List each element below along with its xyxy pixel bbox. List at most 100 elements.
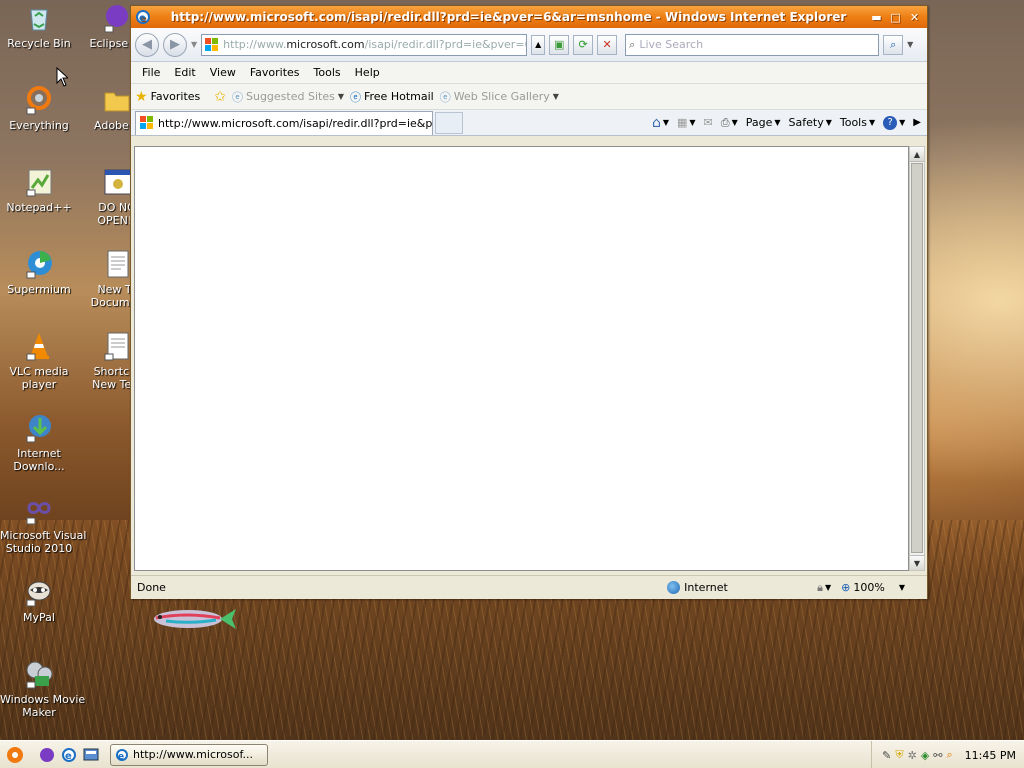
desktop-icon-vlc[interactable]: VLC media player bbox=[0, 330, 78, 391]
ie-page-icon: ⓔ bbox=[439, 90, 451, 104]
window-title: http://www.microsoft.com/isapi/redir.dll… bbox=[170, 10, 847, 24]
zone-label: Internet bbox=[684, 581, 728, 594]
window-titlebar[interactable]: e http://www.microsoft.com/isapi/redir.d… bbox=[131, 6, 927, 28]
search-options-dropdown-icon[interactable]: ▼ bbox=[907, 40, 913, 49]
close-button[interactable]: ✕ bbox=[906, 10, 923, 25]
chevron-down-icon: ▼ bbox=[825, 118, 832, 127]
maximize-button[interactable]: □ bbox=[887, 10, 904, 25]
web-slice-gallery-button[interactable]: ⓔ Web Slice Gallery ▼ bbox=[440, 89, 559, 105]
start-logo-icon bbox=[7, 746, 23, 763]
favorites-button[interactable]: ★ Favorites bbox=[135, 89, 200, 105]
clock[interactable]: 11:45 PM bbox=[965, 749, 1016, 762]
suggested-sites-button[interactable]: ⓔ Suggested Sites ▼ bbox=[232, 89, 344, 105]
eclipse-icon bbox=[101, 2, 133, 34]
forward-button[interactable]: ▶ bbox=[163, 32, 187, 57]
program-window-icon bbox=[101, 166, 133, 198]
chevron-down-icon: ▼ bbox=[774, 118, 781, 127]
safety-menu-label: Safety bbox=[788, 116, 824, 129]
tray-shield-icon[interactable]: ⛨ bbox=[895, 748, 903, 762]
quicklaunch-internet-explorer[interactable]: e bbox=[58, 744, 80, 766]
security-zone[interactable]: Internet bbox=[667, 581, 817, 594]
desktop-icon-notepadpp[interactable]: Notepad++ bbox=[0, 166, 78, 214]
ie-window[interactable]: e http://www.microsoft.com/isapi/redir.d… bbox=[130, 5, 928, 599]
quicklaunch-eclipse[interactable] bbox=[36, 744, 58, 766]
menu-file[interactable]: File bbox=[135, 66, 167, 79]
navigation-bar: ◀ ▶ ▼ http://www. microsoft.com/isapi/red… bbox=[131, 28, 927, 62]
chevron-down-icon: ▼ bbox=[689, 118, 696, 127]
print-button[interactable]: ⎙ ▼ bbox=[721, 116, 738, 130]
desktop-icon-recycle-bin[interactable]: Recycle Bin bbox=[0, 2, 78, 50]
favorites-label: Favorites bbox=[150, 90, 201, 103]
stop-icon[interactable]: ✕ bbox=[597, 34, 618, 55]
desktop-icon-mypal[interactable]: MyPal bbox=[0, 576, 78, 624]
history-dropdown-icon[interactable]: ▼ bbox=[191, 40, 197, 49]
start-button[interactable] bbox=[0, 742, 30, 768]
address-dropdown-button[interactable]: ▲ bbox=[531, 34, 546, 55]
globe-icon bbox=[667, 581, 681, 594]
svg-text:e: e bbox=[118, 752, 124, 762]
more-commands-icon[interactable]: ▶ bbox=[913, 117, 921, 128]
desktop-icon-supermium[interactable]: Supermium bbox=[0, 248, 78, 296]
tab-active[interactable]: http://www.microsoft.com/isapi/redir.dll… bbox=[135, 110, 433, 135]
minimize-button[interactable]: ▬ bbox=[868, 10, 885, 25]
compatibility-view-icon[interactable]: ▣ bbox=[549, 34, 570, 55]
zoom-dropdown-icon[interactable]: ▼ bbox=[899, 583, 905, 592]
printer-icon: ⎙ bbox=[720, 115, 730, 129]
taskbar-ie-button[interactable]: e http://www.microsof... bbox=[110, 743, 268, 766]
zoom-button[interactable]: ⊕ 100% bbox=[841, 581, 885, 594]
read-mail-button[interactable]: ✉ bbox=[704, 116, 713, 129]
mypal-raccoon-icon bbox=[23, 576, 55, 608]
mouse-cursor-icon bbox=[56, 67, 68, 87]
chevron-down-icon: ▼ bbox=[825, 583, 832, 592]
tray-gear-icon[interactable]: ✲ bbox=[908, 749, 917, 762]
vlc-cone-icon bbox=[23, 330, 55, 362]
zoom-level: 100% bbox=[853, 581, 885, 594]
refresh-icon[interactable]: ⟳ bbox=[573, 34, 594, 55]
menu-favorites[interactable]: Favorites bbox=[243, 66, 307, 79]
text-document-icon bbox=[101, 248, 133, 280]
everything-icon bbox=[23, 84, 55, 116]
desktop-fish-icon[interactable] bbox=[146, 604, 238, 634]
desktop-icon-label: VLC media player bbox=[9, 365, 69, 391]
tray-search-icon[interactable]: ⌕ bbox=[947, 748, 953, 762]
tools-menu-button[interactable]: Tools ▼ bbox=[840, 116, 875, 129]
free-hotmail-link[interactable]: ⓔ Free Hotmail bbox=[350, 89, 434, 105]
search-button[interactable]: ⌕ bbox=[883, 34, 904, 55]
address-bar[interactable]: http://www. microsoft.com/isapi/redir.dll… bbox=[201, 33, 528, 56]
desktop-icon-movie-maker[interactable]: Windows Movie Maker bbox=[0, 658, 85, 719]
tools-menu-label: Tools bbox=[839, 116, 867, 129]
protected-mode-button[interactable]: 🔒︎ ▼ bbox=[817, 581, 831, 595]
visual-studio-infinity-icon bbox=[23, 494, 55, 526]
quicklaunch-show-desktop[interactable] bbox=[80, 744, 102, 766]
scroll-thumb[interactable] bbox=[911, 163, 923, 553]
desktop-icon-visual-studio[interactable]: Microsoft Visual Studio 2010 bbox=[0, 494, 86, 555]
add-to-favorites-bar-icon[interactable]: ✩ bbox=[214, 89, 226, 105]
search-box[interactable]: ⌕ Live Search bbox=[625, 33, 880, 56]
chevron-down-icon: ▼ bbox=[552, 92, 559, 101]
home-button[interactable]: ⌂ ▼ bbox=[652, 115, 669, 131]
taskbar: e e http://www.microsof... ✎ ⛨ ✲ ◈ ⚯ ⌕ 1… bbox=[0, 740, 1024, 768]
tray-network-icon[interactable]: ◈ bbox=[921, 749, 929, 762]
menu-tools[interactable]: Tools bbox=[307, 66, 348, 79]
menu-view[interactable]: View bbox=[203, 66, 243, 79]
desktop-icon-everything[interactable]: Everything bbox=[0, 84, 78, 132]
desktop-icon-internet-download[interactable]: Internet Downlo... bbox=[0, 412, 78, 473]
menu-edit[interactable]: Edit bbox=[167, 66, 202, 79]
safety-menu-button[interactable]: Safety ▼ bbox=[789, 116, 832, 129]
chevron-down-icon: ▼ bbox=[662, 118, 669, 127]
help-menu-button[interactable]: ? ▼ bbox=[883, 115, 905, 130]
feeds-button[interactable]: ▦ ▼ bbox=[677, 116, 696, 129]
tray-cable-icon[interactable]: ⚯ bbox=[933, 749, 942, 762]
scroll-down-arrow[interactable]: ▼ bbox=[910, 555, 924, 570]
page-menu-button[interactable]: Page ▼ bbox=[746, 116, 781, 129]
taskbar-ie-label: http://www.microsof... bbox=[133, 748, 254, 761]
scroll-up-arrow[interactable]: ▲ bbox=[910, 147, 924, 162]
back-button[interactable]: ◀ bbox=[135, 32, 159, 57]
menu-help[interactable]: Help bbox=[348, 66, 387, 79]
tray-pen-icon[interactable]: ✎ bbox=[882, 749, 891, 762]
page-content-area[interactable] bbox=[134, 146, 909, 571]
new-tab-button[interactable] bbox=[435, 111, 463, 134]
tab-title: http://www.microsoft.com/isapi/redir.dll… bbox=[158, 116, 433, 130]
search-magnifier-icon: ⌕ bbox=[629, 37, 636, 51]
vertical-scrollbar[interactable]: ▲ ▼ bbox=[909, 146, 925, 571]
